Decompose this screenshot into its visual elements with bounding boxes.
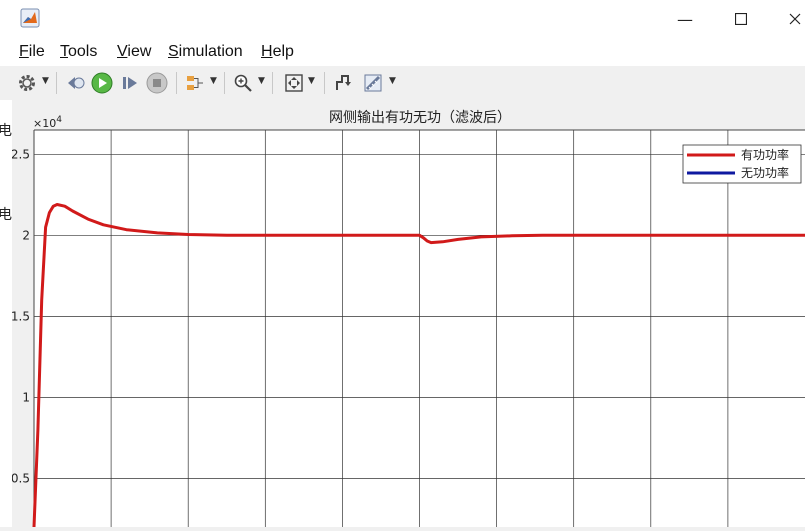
toolbar-separator <box>56 72 57 94</box>
toolbar-separator <box>176 72 177 94</box>
triggers-icon <box>336 75 351 90</box>
legend-label: 有功功率 <box>741 147 789 162</box>
chart-title: 网侧输出有功无功（滤波后） <box>329 110 511 126</box>
step-forward-button[interactable] <box>119 72 141 94</box>
settings-dropdown-icon[interactable]: ▼ <box>42 76 49 86</box>
background-window-text: 电 <box>0 207 12 223</box>
zoom-button[interactable] <box>232 72 254 94</box>
scope-plot[interactable]: 网侧输出有功无功（滤波后） ×104 0.5 1 1.5 2 2.5 有功功率无功功率 <box>11 100 805 528</box>
background-window-text: 电 <box>0 123 12 139</box>
zoom-icon <box>234 74 252 92</box>
legend[interactable]: 有功功率无功功率 <box>682 144 802 184</box>
toolbar-separator <box>224 72 225 94</box>
gear-icon <box>19 75 35 91</box>
close-icon <box>789 13 801 25</box>
menu-file[interactable]: File <box>19 43 45 61</box>
step-back-icon <box>68 77 85 89</box>
measurements-button[interactable] <box>362 72 384 94</box>
step-forward-icon <box>123 77 137 89</box>
matlab-logo-icon <box>20 8 40 28</box>
y-tick-label: 0.5 <box>12 471 30 485</box>
y-tick-label: 2.5 <box>12 147 30 161</box>
signal-select-button[interactable] <box>184 72 206 94</box>
stop-button[interactable] <box>146 72 168 94</box>
y-tick-label: 1.5 <box>12 309 30 323</box>
legend-label: 无功功率 <box>741 165 789 180</box>
zoom-dropdown-icon[interactable]: ▼ <box>258 76 265 86</box>
fit-to-view-icon <box>285 74 303 92</box>
signal-select-dropdown-icon[interactable]: ▼ <box>210 76 217 86</box>
stop-icon <box>146 72 168 94</box>
maximize-icon <box>735 13 747 25</box>
settings-button[interactable] <box>16 72 38 94</box>
minimize-button[interactable]: — <box>662 4 708 34</box>
y-tick-labels: 0.5 1 1.5 2 2.5 <box>11 147 30 485</box>
scope-figure: 网侧输出有功无功（滤波后） ×104 0.5 1 1.5 2 2.5 有功功率无功功率 <box>11 100 805 528</box>
menu-tools[interactable]: Tools <box>60 43 97 61</box>
y-tick-label: 2 <box>22 228 30 242</box>
measurements-dropdown-icon[interactable]: ▼ <box>389 76 396 86</box>
step-back-button[interactable] <box>64 72 86 94</box>
toolbar-separator <box>324 72 325 94</box>
fit-to-view-button[interactable] <box>283 72 305 94</box>
toolbar-separator <box>272 72 273 94</box>
window-title-bar: — <box>0 0 805 38</box>
fit-to-view-dropdown-icon[interactable]: ▼ <box>308 76 315 86</box>
run-button[interactable] <box>91 72 113 94</box>
toolbar: ▼ ▼ ▼ ▼ ▼ <box>12 66 805 101</box>
measurements-icon <box>364 74 382 92</box>
menu-bar: File Tools View Simulation Help <box>0 38 805 66</box>
menu-view[interactable]: View <box>117 43 151 61</box>
menu-simulation[interactable]: Simulation <box>168 43 243 61</box>
maximize-button[interactable] <box>718 4 764 34</box>
close-button[interactable] <box>772 4 805 34</box>
signal-select-icon <box>187 76 203 90</box>
menu-help[interactable]: Help <box>261 43 294 61</box>
run-icon <box>91 72 113 94</box>
y-exponent-label: ×104 <box>33 115 62 130</box>
triggers-button[interactable] <box>333 72 355 94</box>
y-tick-label: 1 <box>22 390 30 404</box>
